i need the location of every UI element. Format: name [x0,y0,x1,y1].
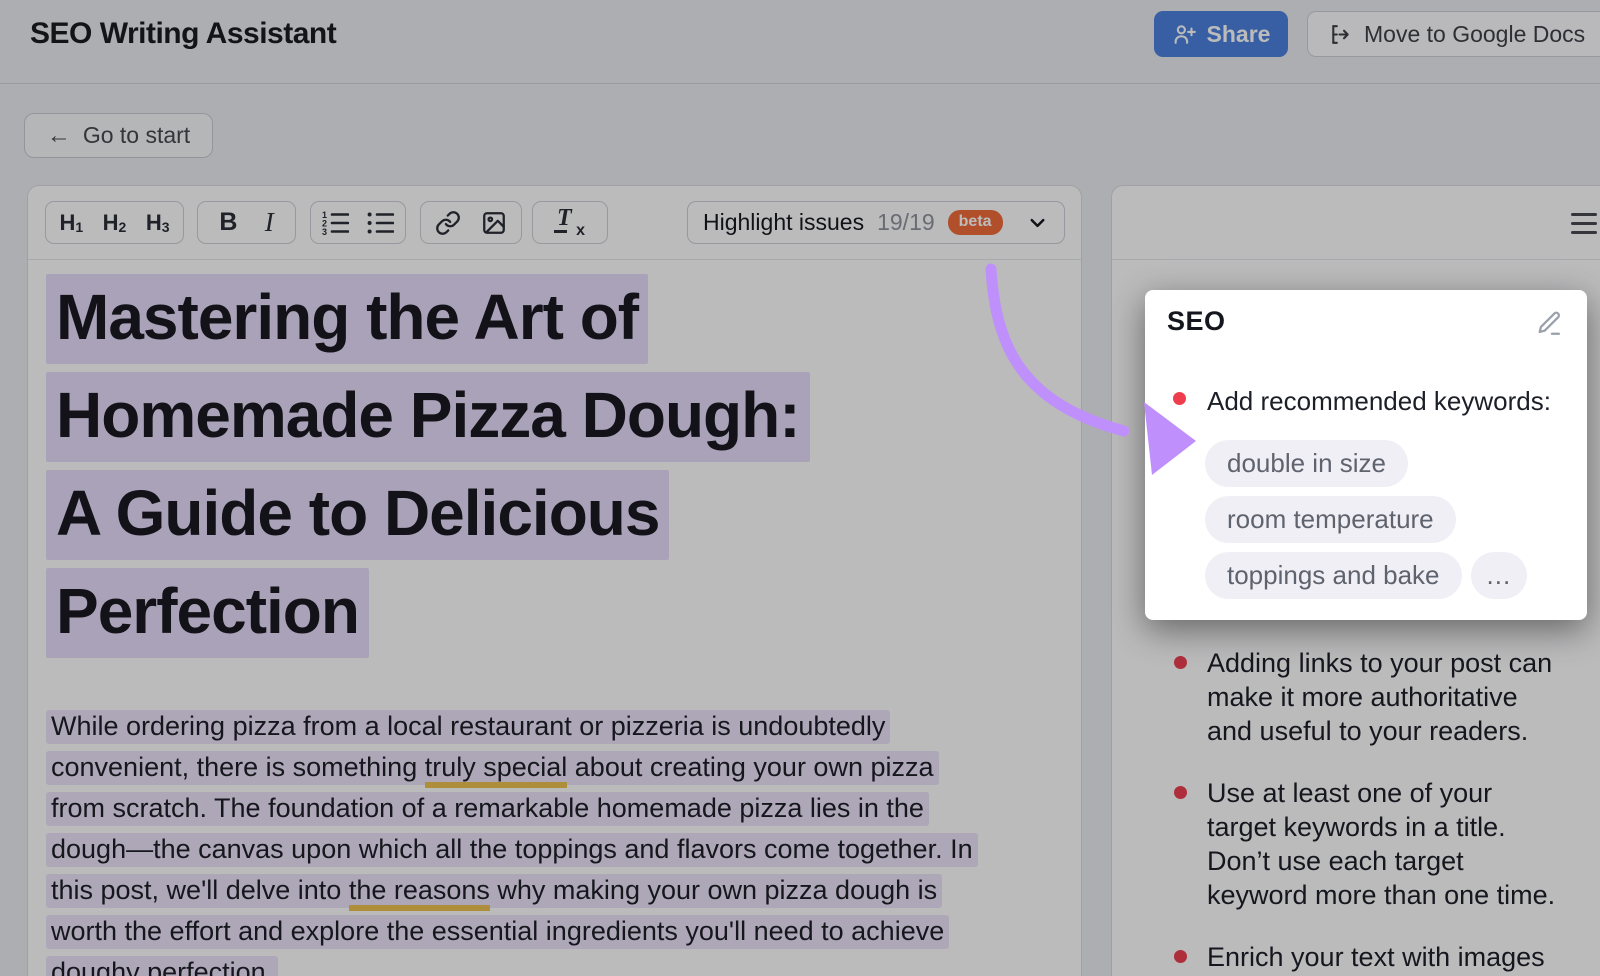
keyword-pills: double in size room temperature toppings a… [1205,440,1565,599]
card-recommendation: Add recommended keywords: [1173,385,1565,417]
edit-button[interactable] [1535,309,1563,337]
more-keywords-button[interactable]: ... [1471,552,1528,599]
seo-card-title: SEO [1167,306,1226,337]
pencil-icon [1535,309,1563,337]
seo-card: SEO Add recommended keywords: double in … [1145,290,1587,620]
keyword-pill[interactable]: double in size [1205,440,1408,487]
keyword-pill[interactable]: toppings and bake [1205,552,1462,599]
recommendation-text: Add recommended keywords: [1207,385,1551,417]
recommendation-bullet [1173,392,1186,405]
keyword-pill[interactable]: room temperature [1205,496,1456,543]
